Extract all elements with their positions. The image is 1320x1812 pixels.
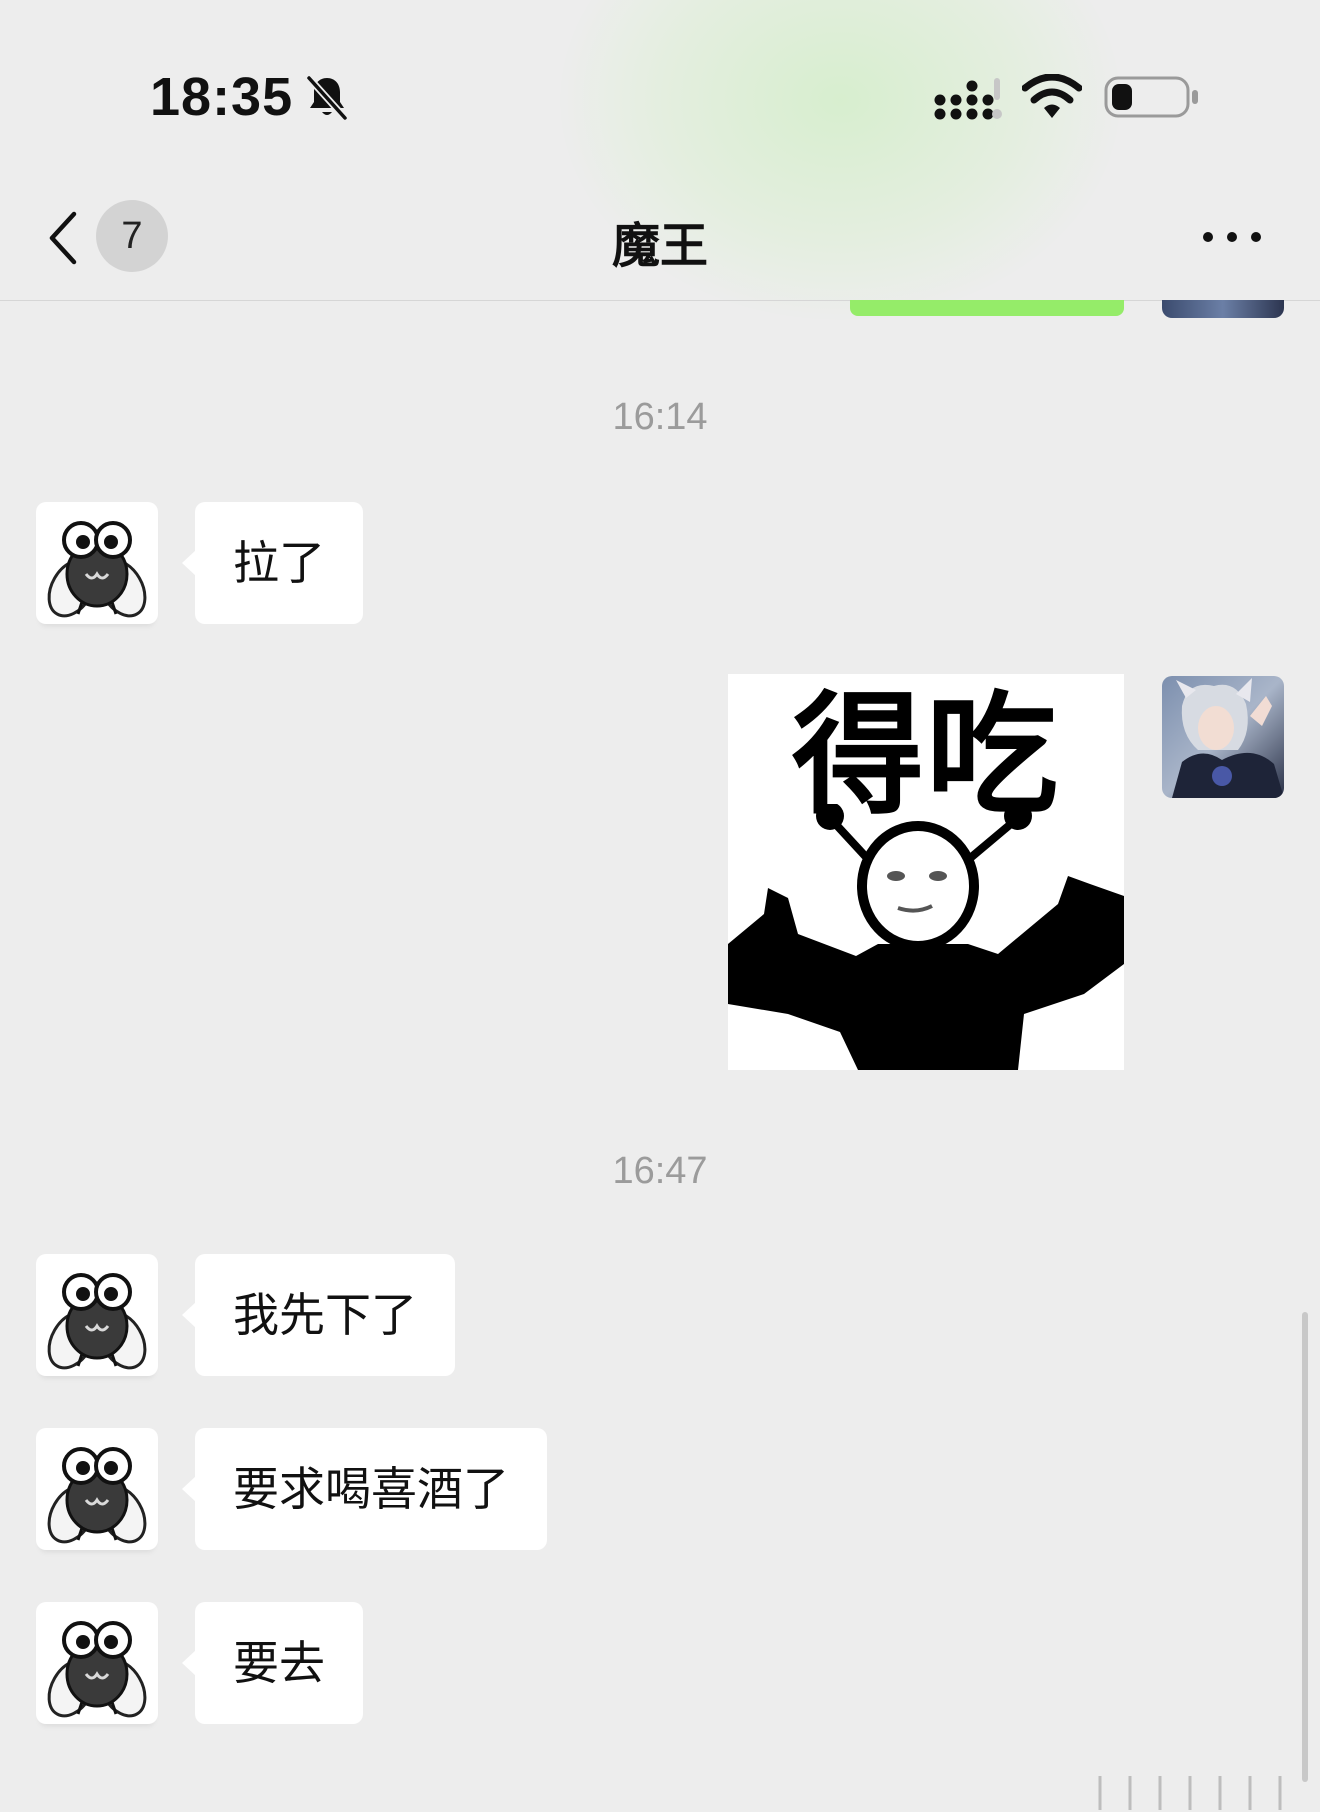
wifi-icon bbox=[1022, 74, 1082, 118]
incoming-message-bubble[interactable]: 要求喝喜酒了 bbox=[182, 1428, 547, 1550]
nav-bar: 7 魔王 bbox=[0, 170, 1320, 301]
chevron-left-icon[interactable] bbox=[44, 208, 84, 268]
unread-count-badge[interactable]: 7 bbox=[96, 200, 168, 272]
incoming-message-bubble[interactable]: 要去 bbox=[182, 1602, 363, 1724]
ellipsis-icon[interactable] bbox=[1200, 222, 1264, 252]
incoming-message-bubble[interactable]: 拉了 bbox=[182, 502, 363, 624]
fly-avatar-icon bbox=[47, 521, 147, 618]
fly-avatar-icon bbox=[47, 1447, 147, 1544]
watermark-lines-icon bbox=[1098, 1776, 1282, 1810]
timestamp: 16:14 bbox=[612, 396, 708, 438]
incoming-message-bubble[interactable]: 我先下了 bbox=[182, 1254, 455, 1376]
fly-avatar-icon bbox=[47, 1273, 147, 1370]
timestamp: 16:47 bbox=[612, 1150, 708, 1192]
scrollbar[interactable] bbox=[1302, 1312, 1308, 1782]
cellular-signal-icon bbox=[934, 78, 1002, 120]
status-time: 18:35 bbox=[150, 67, 294, 127]
fly-avatar-icon bbox=[47, 1621, 147, 1718]
contact-avatar[interactable] bbox=[36, 1254, 158, 1376]
my-avatar-partial[interactable] bbox=[1162, 300, 1284, 318]
contact-avatar[interactable] bbox=[36, 1602, 158, 1724]
contact-avatar[interactable] bbox=[36, 1428, 158, 1550]
contact-avatar[interactable] bbox=[36, 502, 158, 624]
bell-slash-icon bbox=[306, 75, 348, 121]
outgoing-sticker[interactable]: 得吃 bbox=[728, 674, 1124, 1070]
chat-screen: 18:35 7 魔王 16:14 拉了 得吃 16:47 我先下了 要求喝喜酒了… bbox=[0, 0, 1320, 1812]
chat-title: 魔王 bbox=[611, 218, 708, 274]
previous-outgoing-bubble[interactable] bbox=[850, 300, 1124, 316]
my-avatar[interactable] bbox=[1162, 676, 1284, 798]
battery-low-icon bbox=[1104, 76, 1198, 118]
sticker-figure-icon bbox=[728, 804, 1124, 1070]
my-avatar-image-icon bbox=[1162, 676, 1284, 798]
